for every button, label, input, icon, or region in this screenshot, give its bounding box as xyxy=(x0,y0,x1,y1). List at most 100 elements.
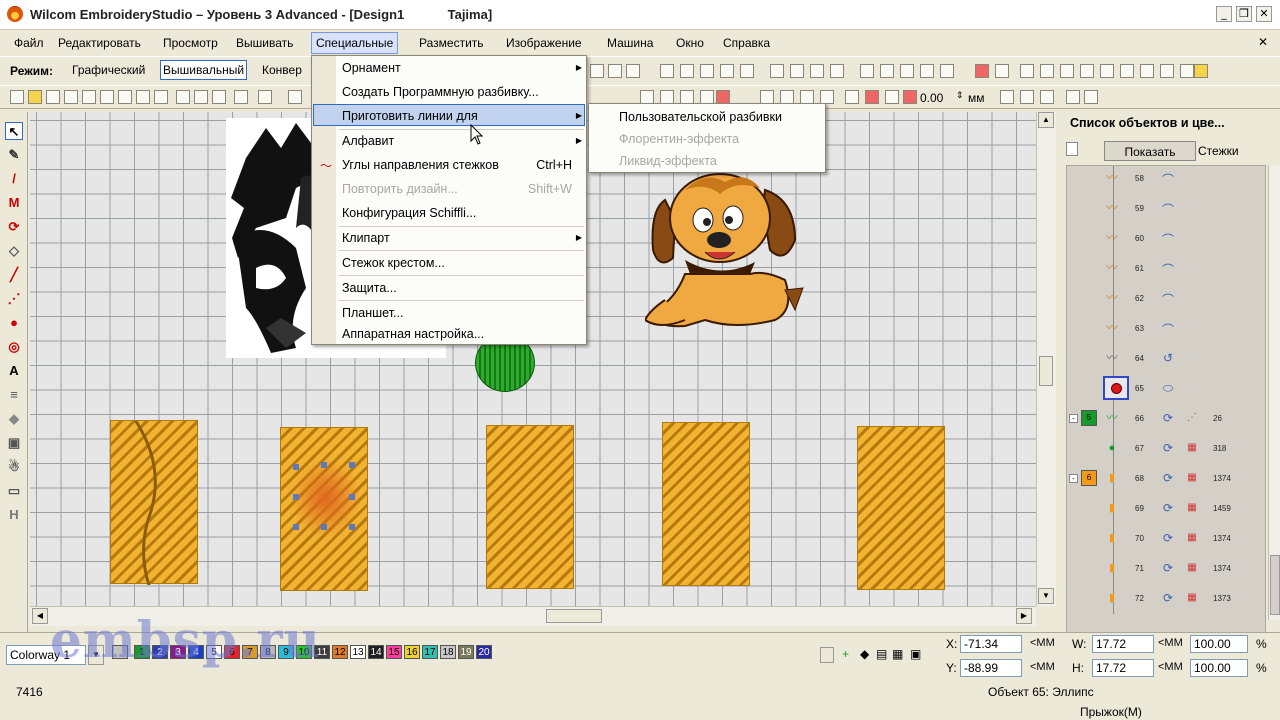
x-field[interactable]: -71.34 xyxy=(960,635,1022,653)
toolbar-icon[interactable] xyxy=(740,64,754,78)
toolbar-icon[interactable] xyxy=(136,90,150,104)
menu-item-tablet[interactable]: Планшет... xyxy=(312,301,588,325)
menu-item-prepare-lines[interactable]: Приготовить линии для ▶ xyxy=(312,104,588,128)
menu-item-hardware-setup[interactable]: Аппаратная настройка... xyxy=(312,324,588,346)
toolbar-icon[interactable] xyxy=(1020,90,1034,104)
object-row[interactable]: 〰 61 ⌒ xyxy=(1067,254,1265,284)
submenu-item-florentine[interactable]: Флорентин-эффекта xyxy=(589,128,825,150)
toolbar-icon[interactable] xyxy=(900,64,914,78)
menu-item-program-split[interactable]: Создать Программную разбивку... xyxy=(312,80,588,104)
toolbar-icon[interactable] xyxy=(845,90,859,104)
color-swatch[interactable]: 13 xyxy=(350,645,366,659)
toolbar-icon[interactable] xyxy=(1180,64,1194,78)
panel-scrollbar[interactable] xyxy=(1268,165,1280,620)
toolbar-icon[interactable] xyxy=(820,90,834,104)
pen-icon[interactable]: / xyxy=(5,170,23,188)
reshape-icon[interactable]: ✎ xyxy=(5,146,23,164)
selection-handle[interactable] xyxy=(293,464,299,470)
toolbar-icon[interactable] xyxy=(118,90,132,104)
object-row[interactable]: ▮ 70 ⟳ ▦ 1374 xyxy=(1067,524,1265,554)
menu-edit[interactable]: Редактировать xyxy=(58,36,141,50)
convert-mode-button[interactable]: Конвер xyxy=(262,63,302,77)
object-row[interactable]: ● 67 ⟳ ▦ 318 xyxy=(1067,434,1265,464)
toolbar-icon[interactable] xyxy=(940,64,954,78)
menu-item-repeat-design[interactable]: Повторить дизайн... Shift+W xyxy=(312,177,588,201)
object-row[interactable]: ▮ 71 ⟳ ▦ 1374 xyxy=(1067,554,1265,584)
selection-handle[interactable] xyxy=(349,462,355,468)
toolbar-icon[interactable] xyxy=(1040,90,1054,104)
selection-handle[interactable] xyxy=(321,462,327,468)
figure-icon[interactable]: ☃ xyxy=(5,458,23,476)
minimize-button[interactable]: _ xyxy=(1216,6,1232,22)
toolbar-icon[interactable]: ▦ xyxy=(892,647,903,661)
fill-block-4[interactable] xyxy=(662,422,750,586)
fill-block-3[interactable] xyxy=(486,425,574,589)
toolbar-icon[interactable] xyxy=(1066,90,1080,104)
menu-image[interactable]: Изображение xyxy=(506,36,582,50)
object-row[interactable]: 〰 58 ⌒ xyxy=(1067,166,1265,194)
color-swatch[interactable]: 17 xyxy=(422,645,438,659)
toolbar-icon[interactable] xyxy=(700,90,714,104)
vertical-scrollbar[interactable]: ▲ ▼ xyxy=(1036,112,1056,606)
redo-icon[interactable] xyxy=(258,90,272,104)
toolbar-icon[interactable] xyxy=(82,90,96,104)
menu-item-ornament[interactable]: Орнамент ▶ xyxy=(312,56,588,80)
object-row[interactable]: ▮ 69 ⟳ ▦ 1459 xyxy=(1067,494,1265,524)
toolbar-icon[interactable] xyxy=(626,64,640,78)
object-row[interactable]: 〰 64 ↺ xyxy=(1067,344,1265,374)
close-button[interactable]: ✕ xyxy=(1256,6,1272,22)
mdi-close-icon[interactable]: ✕ xyxy=(1258,35,1268,49)
print-icon[interactable] xyxy=(64,90,78,104)
toolbar-icon[interactable] xyxy=(1000,90,1014,104)
object-row[interactable]: 〰 63 ⌒ xyxy=(1067,314,1265,344)
toolbar-icon[interactable] xyxy=(830,64,844,78)
menu-special[interactable]: Специальные xyxy=(311,32,399,54)
toolbar-icon[interactable] xyxy=(810,64,824,78)
toolbar-icon[interactable] xyxy=(1020,64,1034,78)
object-row[interactable]: 〰 59 ⌒ xyxy=(1067,194,1265,224)
menu-item-protection[interactable]: Защита... xyxy=(312,276,588,300)
fill-block-1[interactable] xyxy=(110,420,198,585)
color-group-badge[interactable]: 5 xyxy=(1081,410,1097,426)
toolbar-icon[interactable] xyxy=(770,64,784,78)
undo-icon[interactable] xyxy=(234,90,248,104)
open-folder-icon[interactable] xyxy=(28,90,42,104)
selection-handle[interactable] xyxy=(349,524,355,530)
toolbar-icon[interactable]: ◆ xyxy=(860,647,869,661)
submenu-item-custom-split[interactable]: Пользовательской разбивки xyxy=(589,106,825,128)
select-arrow-icon[interactable]: ↖ xyxy=(5,122,23,140)
stitches-tab[interactable]: Стежки xyxy=(1198,144,1239,158)
toolbar-icon[interactable] xyxy=(660,90,674,104)
selection-handle[interactable] xyxy=(349,494,355,500)
toolbar-icon[interactable] xyxy=(680,64,694,78)
paste-icon[interactable] xyxy=(212,90,226,104)
color-swatch[interactable]: 18 xyxy=(440,645,456,659)
graphic-mode-button[interactable]: Графический xyxy=(72,63,145,77)
h-tool-icon[interactable]: H xyxy=(5,506,23,524)
menu-embroider[interactable]: Вышивать xyxy=(236,36,293,50)
toolbar-icon[interactable]: ▤ xyxy=(876,647,887,661)
toolbar-icon[interactable] xyxy=(720,64,734,78)
object-row[interactable]: 〰 60 ⌒ xyxy=(1067,224,1265,254)
toolbar-icon[interactable] xyxy=(100,90,114,104)
colorway-scroll-icon[interactable] xyxy=(820,647,834,663)
horizontal-scroll-thumb[interactable] xyxy=(546,609,602,623)
object-row[interactable]: 〰 66 ⟳ ⋰ 26 5- xyxy=(1067,404,1265,434)
scroll-down-button[interactable]: ▼ xyxy=(1038,588,1054,604)
toolbar-icon[interactable] xyxy=(1160,64,1174,78)
spacing-value[interactable]: 0.00 xyxy=(920,91,943,105)
toolbar-icon[interactable] xyxy=(1040,64,1054,78)
toolbar-icon[interactable] xyxy=(1100,64,1114,78)
scroll-left-button[interactable]: ◀ xyxy=(32,608,48,624)
collapse-icon[interactable]: - xyxy=(1069,474,1078,483)
toolbar-icon[interactable] xyxy=(154,90,168,104)
toolbar-icon[interactable] xyxy=(880,64,894,78)
copy-icon[interactable] xyxy=(194,90,208,104)
cut-icon[interactable] xyxy=(176,90,190,104)
toolbar-icon[interactable] xyxy=(865,90,879,104)
color-swatch[interactable]: 12 xyxy=(332,645,348,659)
menu-item-clipart[interactable]: Клипарт ▶ xyxy=(312,226,588,250)
pin-icon[interactable] xyxy=(1066,142,1078,156)
menu-item-cross-stitch[interactable]: Стежок крестом... xyxy=(312,251,588,275)
menu-view[interactable]: Просмотр xyxy=(163,36,218,50)
